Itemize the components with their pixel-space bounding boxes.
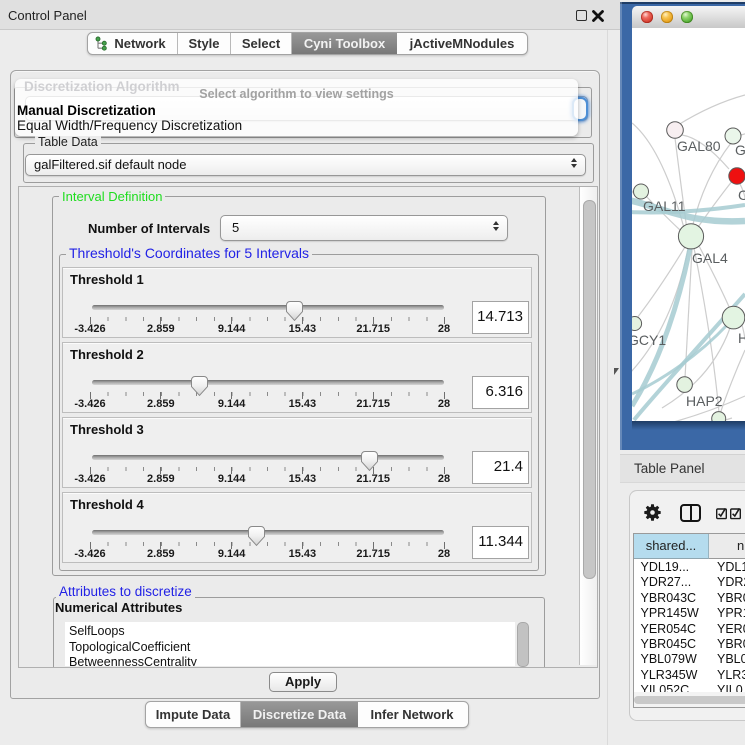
svg-text:HA: HA	[738, 330, 745, 346]
svg-text:CR: CR	[738, 187, 745, 203]
svg-text:GAL1: GAL1	[735, 142, 745, 158]
svg-text:GCY1: GCY1	[632, 332, 666, 348]
svg-text:GAL11: GAL11	[643, 198, 686, 214]
svg-text:GAL80: GAL80	[677, 138, 721, 154]
svg-text:HAP2: HAP2	[686, 393, 723, 409]
svg-text:GAL4: GAL4	[692, 250, 728, 266]
